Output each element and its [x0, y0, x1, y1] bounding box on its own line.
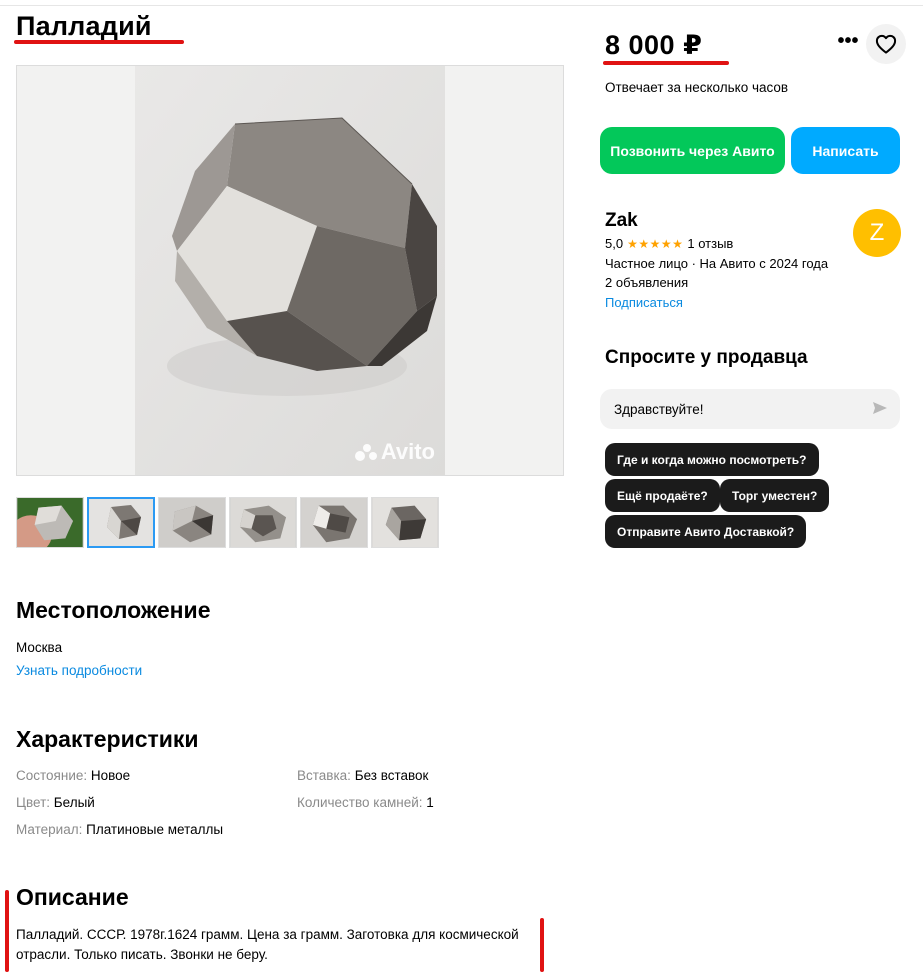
message-input[interactable] [600, 389, 900, 429]
characteristic-condition: Состояние: Новое [16, 768, 131, 783]
characteristics-heading: Характеристики [16, 726, 199, 752]
reviews-count[interactable]: 1 отзыв [687, 236, 733, 251]
ask-seller-heading: Спросите у продавца [605, 347, 808, 368]
title-red-underline [14, 40, 184, 44]
location-heading: Местоположение [16, 597, 211, 623]
seller-type: Частное лицо · На Авито с 2024 года [605, 256, 829, 271]
page-title: Палладий [16, 11, 152, 41]
seller-listings-count[interactable]: 2 объявления [605, 275, 688, 290]
thumbnail-3[interactable] [158, 497, 226, 548]
characteristic-material: Материал: Платиновые металлы [16, 822, 224, 837]
main-photo[interactable]: Avito [16, 65, 564, 476]
seller-name[interactable]: Zak [605, 210, 638, 232]
favorite-button[interactable] [866, 24, 906, 64]
quick-question-chip[interactable]: Торг уместен? [720, 479, 830, 512]
quick-question-chip[interactable]: Отправите Авито Доставкой? [605, 515, 807, 548]
quick-question-chip[interactable]: Где и когда можно посмотреть? [605, 443, 819, 476]
more-options-button[interactable]: ••• [834, 31, 862, 56]
top-divider [0, 0, 923, 6]
rating-value: 5,0 [605, 236, 624, 251]
seller-rating: 5,0 ★★★★★ 1 отзыв [605, 236, 733, 251]
location-city: Москва [16, 640, 63, 655]
rating-stars-icon: ★★★★★ [627, 236, 684, 251]
avito-watermark: Avito [354, 439, 435, 465]
subscribe-link[interactable]: Подписаться [605, 295, 683, 310]
description-red-bar-left [5, 890, 9, 972]
write-message-button[interactable]: Написать [791, 127, 900, 174]
thumbnail-4[interactable] [229, 497, 297, 548]
description-heading: Описание [16, 884, 129, 910]
thumbnail-5[interactable] [300, 497, 368, 548]
avito-logo-icon [354, 442, 377, 462]
palladium-dodecahedron-image [17, 66, 563, 475]
description-text: Палладий. СССР. 1978г.1624 грамм. Цена з… [16, 927, 519, 962]
thumbnail-strip [16, 497, 439, 548]
seller-avatar[interactable]: Z [853, 209, 901, 257]
thumbnail-6[interactable] [371, 497, 439, 548]
price: 8 000 ₽ [605, 30, 703, 60]
description-red-bar-right [540, 918, 544, 972]
price-red-underline [603, 61, 729, 65]
heart-icon [875, 34, 897, 54]
response-time: Отвечает за несколько часов [605, 80, 789, 95]
call-via-avito-button[interactable]: Позвонить через Авито [600, 127, 785, 174]
thumbnail-1[interactable] [16, 497, 84, 548]
characteristic-stones-count: Количество камней: 1 [297, 795, 434, 810]
quick-question-chip[interactable]: Ещё продаёте? [605, 479, 720, 512]
characteristic-insert: Вставка: Без вставок [297, 768, 429, 783]
characteristic-color: Цвет: Белый [16, 795, 95, 810]
send-icon[interactable] [872, 400, 888, 416]
thumbnail-2-active[interactable] [87, 497, 155, 548]
location-details-link[interactable]: Узнать подробности [16, 663, 142, 678]
